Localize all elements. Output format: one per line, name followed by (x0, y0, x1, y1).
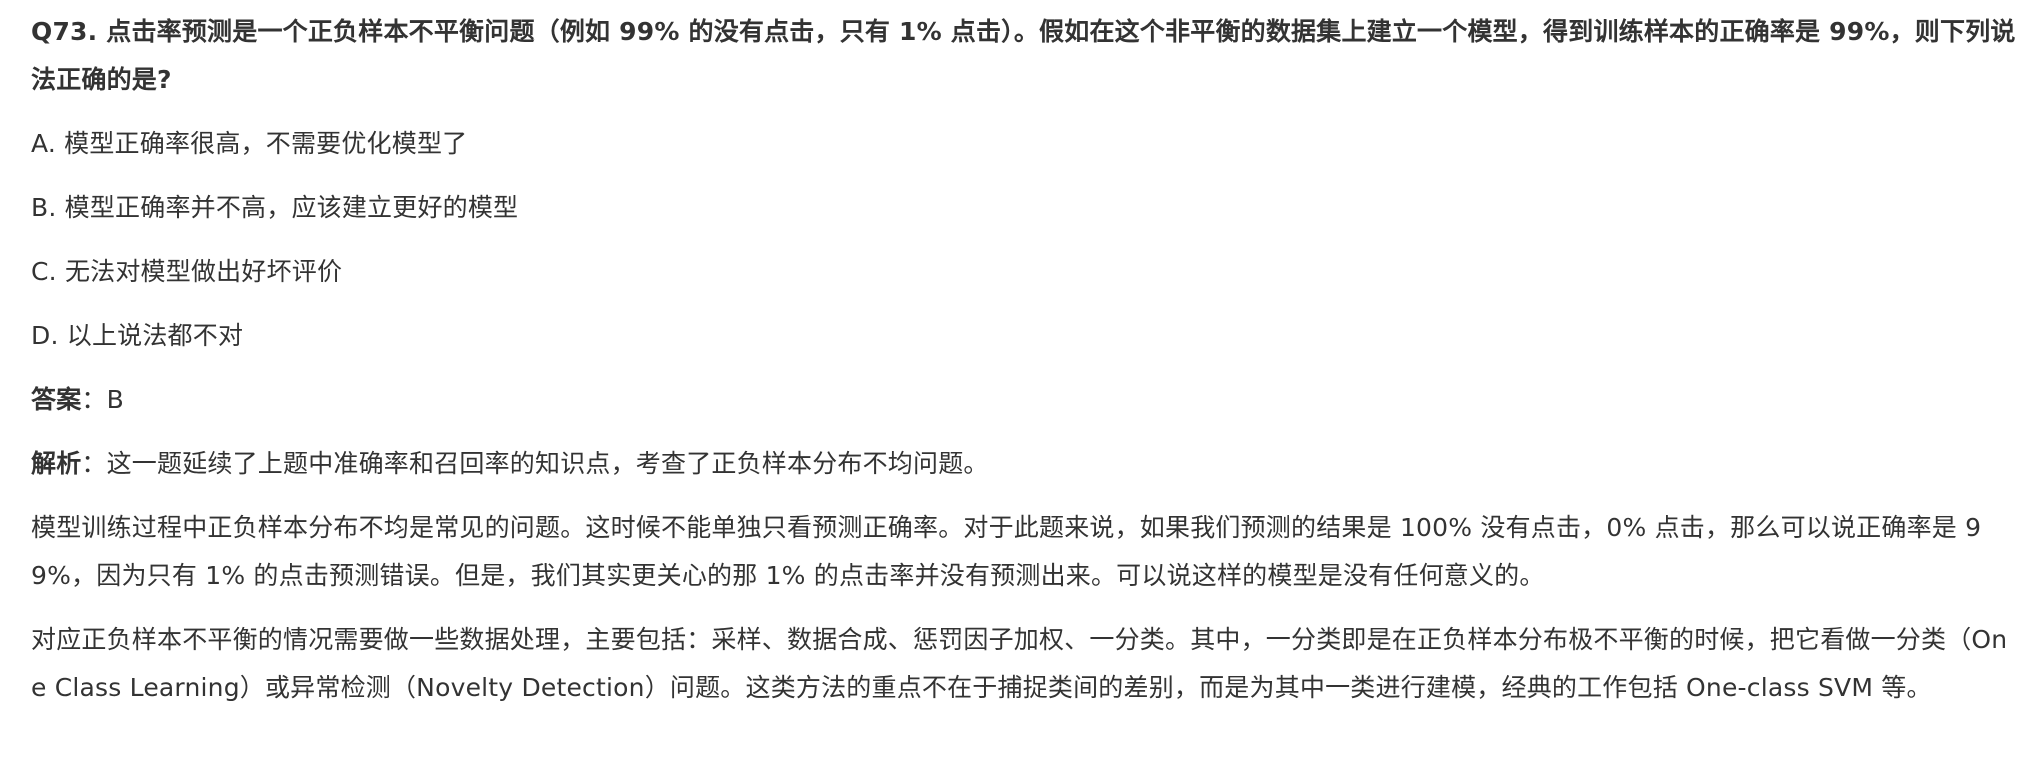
question-text: Q73. 点击率预测是一个正负样本不平衡问题（例如 99% 的没有点击，只有 1… (31, 17, 2016, 94)
answer-line: 答案：B (31, 376, 2018, 424)
explanation-paragraph-2: 对应正负样本不平衡的情况需要做一些数据处理，主要包括：采样、数据合成、惩罚因子加… (31, 625, 2008, 702)
option-a: A. 模型正确率很高，不需要优化模型了 (31, 129, 468, 158)
analysis-line: 解析：这一题延续了上题中准确率和召回率的知识点，考查了正负样本分布不均问题。 (31, 440, 2018, 488)
analysis-label: 解析 (31, 449, 82, 478)
answer-value: B (106, 385, 124, 414)
explanation-paragraph-1: 模型训练过程中正负样本分布不均是常见的问题。这时候不能单独只看预测正确率。对于此… (31, 513, 1982, 590)
option-d: D. 以上说法都不对 (31, 321, 244, 350)
analysis-separator: ： (81, 449, 107, 478)
document-page: Q73. 点击率预测是一个正负样本不平衡问题（例如 99% 的没有点击，只有 1… (0, 0, 2042, 758)
option-b: B. 模型正确率并不高，应该建立更好的模型 (31, 193, 519, 222)
answer-label: 答案 (31, 385, 82, 414)
answer-separator: ： (81, 385, 107, 414)
analysis-text: 这一题延续了上题中准确率和召回率的知识点，考查了正负样本分布不均问题。 (106, 449, 989, 478)
option-c: C. 无法对模型做出好坏评价 (31, 257, 343, 286)
